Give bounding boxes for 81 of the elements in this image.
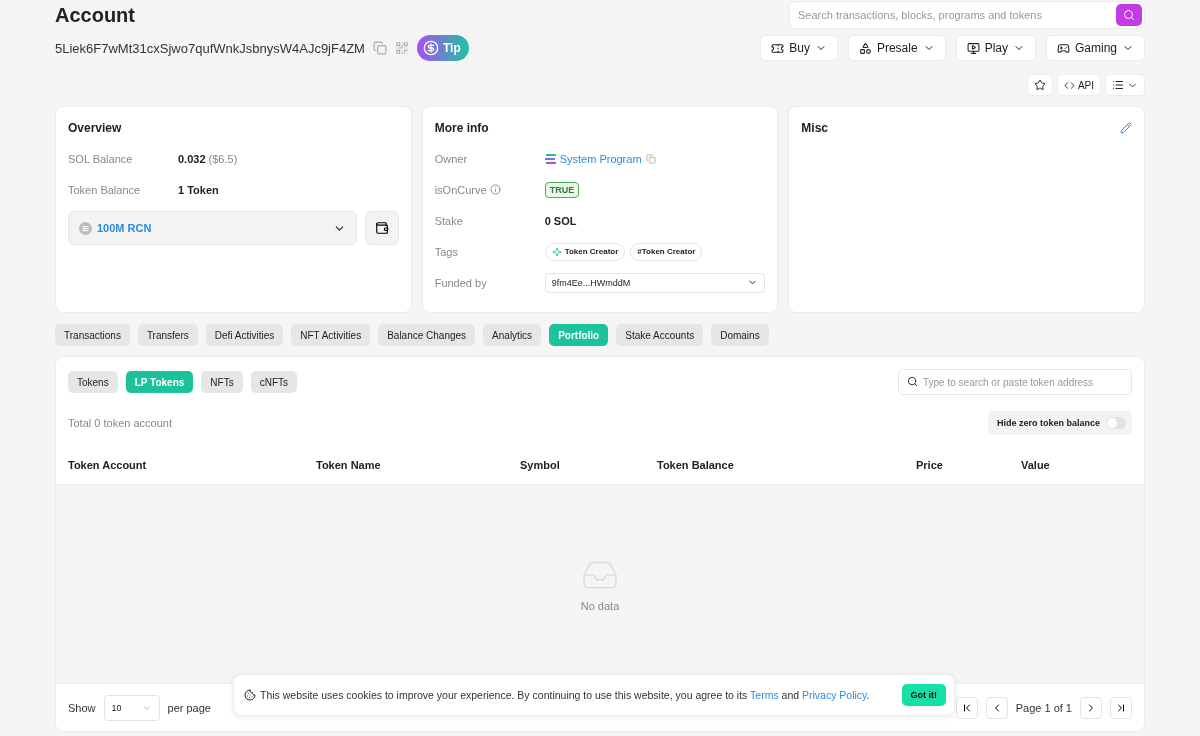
api-button[interactable]: API xyxy=(1056,74,1101,96)
terms-link[interactable]: Terms xyxy=(750,689,779,701)
column-header: Price xyxy=(916,458,944,471)
last-page-icon xyxy=(1115,701,1127,714)
field-label: Funded by xyxy=(434,276,488,289)
sub-tab[interactable]: NFTs xyxy=(201,371,243,393)
shapes-icon xyxy=(858,41,872,55)
qr-code-icon[interactable] xyxy=(394,41,409,55)
code-icon xyxy=(1063,79,1075,91)
list-menu-button[interactable] xyxy=(1105,74,1145,96)
field-label: Token Balance xyxy=(68,183,142,196)
search-button[interactable] xyxy=(1116,4,1142,26)
cookie-icon xyxy=(244,689,256,701)
menu-button[interactable]: Buy xyxy=(760,35,838,61)
status-badge: TRUE xyxy=(544,181,580,198)
accept-cookies-button[interactable]: Got it! xyxy=(901,684,946,706)
field-label: isOnCurve xyxy=(434,183,545,196)
stacked-bars-icon xyxy=(544,153,556,164)
page-title: Account xyxy=(55,3,135,27)
card-title: Misc xyxy=(801,121,828,135)
field-label: SOL Balance xyxy=(68,152,134,165)
menu-button[interactable]: Presale xyxy=(847,35,946,61)
coin-icon xyxy=(79,221,92,235)
sub-tab[interactable]: cNFTs xyxy=(250,371,298,393)
gamepad-icon xyxy=(1056,41,1070,55)
page-indicator: Page 1 of 1 xyxy=(1015,701,1072,714)
sparkle-icon xyxy=(551,246,562,257)
cookie-notice: This website uses cookies to improve your experience. By continuing to use this website, you agree to its Terms and Privacy Policy. xyxy=(260,689,871,701)
field-value: 0.032 ($6.5) xyxy=(178,152,239,165)
wallet-icon xyxy=(374,221,389,235)
last-page-button[interactable] xyxy=(1110,696,1132,719)
column-header: Token Name xyxy=(316,458,382,471)
card-title: Overview xyxy=(68,121,122,135)
first-page-button[interactable] xyxy=(955,696,978,719)
dollar-coin-icon xyxy=(422,40,439,56)
field-label: Tags xyxy=(434,245,459,258)
search-icon xyxy=(907,376,918,387)
per-page-label: per page xyxy=(167,701,211,714)
show-label: Show xyxy=(68,701,96,714)
field-label: Stake xyxy=(434,214,464,227)
next-page-button[interactable] xyxy=(1080,696,1102,719)
total-count: Total 0 token account xyxy=(68,417,172,429)
tab[interactable]: Defi Activities xyxy=(205,324,284,346)
column-header: Value xyxy=(1021,458,1051,471)
copy-icon[interactable] xyxy=(372,41,387,55)
star-icon xyxy=(1033,79,1046,91)
field-label: Owner xyxy=(434,152,469,165)
tab[interactable]: Stake Accounts xyxy=(616,324,704,346)
column-header: Token Account xyxy=(68,458,148,471)
column-header: Token Balance xyxy=(657,458,735,471)
empty-message: No data xyxy=(580,600,620,612)
column-header: Symbol xyxy=(520,458,561,471)
owner-link[interactable]: System Program xyxy=(559,152,642,165)
previous-page-button[interactable] xyxy=(985,696,1008,719)
tab[interactable]: Domains xyxy=(711,324,769,346)
account-address: 5Liek6F7wMt31cxSjwo7qufWnkJsbnysW4AJc9jF4ZM xyxy=(55,40,365,56)
sub-tab[interactable]: Tokens xyxy=(68,371,118,393)
monitor-play-icon xyxy=(966,41,980,55)
menu-button[interactable]: Play xyxy=(955,35,1036,61)
ticket-icon xyxy=(771,41,785,55)
field-value: 1 Token xyxy=(178,183,220,196)
list-icon xyxy=(1112,79,1124,91)
favorite-button[interactable] xyxy=(1026,74,1053,96)
menu-button[interactable]: Gaming xyxy=(1045,35,1145,61)
tab[interactable]: Analytics xyxy=(483,324,542,346)
tab[interactable]: NFT Activities xyxy=(291,324,371,346)
tab[interactable]: Transactions xyxy=(55,324,130,346)
funder-dropdown[interactable]: 9fm4Ee...HWmddM xyxy=(544,272,766,293)
info-icon xyxy=(489,184,501,195)
hide-zero-toggle[interactable]: Hide zero token balance xyxy=(987,411,1132,435)
edit-icon[interactable] xyxy=(1120,122,1132,134)
privacy-policy-link[interactable]: Privacy Policy xyxy=(802,689,867,701)
field-value: 0 SOL xyxy=(544,214,578,227)
tab[interactable]: Transfers xyxy=(137,324,198,346)
wallet-button[interactable] xyxy=(364,211,399,245)
card-title: More info xyxy=(434,121,489,135)
search-icon xyxy=(1123,9,1135,21)
token-search-field[interactable]: Type to search or paste token address xyxy=(898,369,1132,395)
search-field[interactable]: Search transactions, blocks, programs and tokens xyxy=(789,1,1145,29)
tab[interactable]: Balance Changes xyxy=(378,324,476,346)
page-size-select[interactable]: 10 xyxy=(103,694,160,721)
